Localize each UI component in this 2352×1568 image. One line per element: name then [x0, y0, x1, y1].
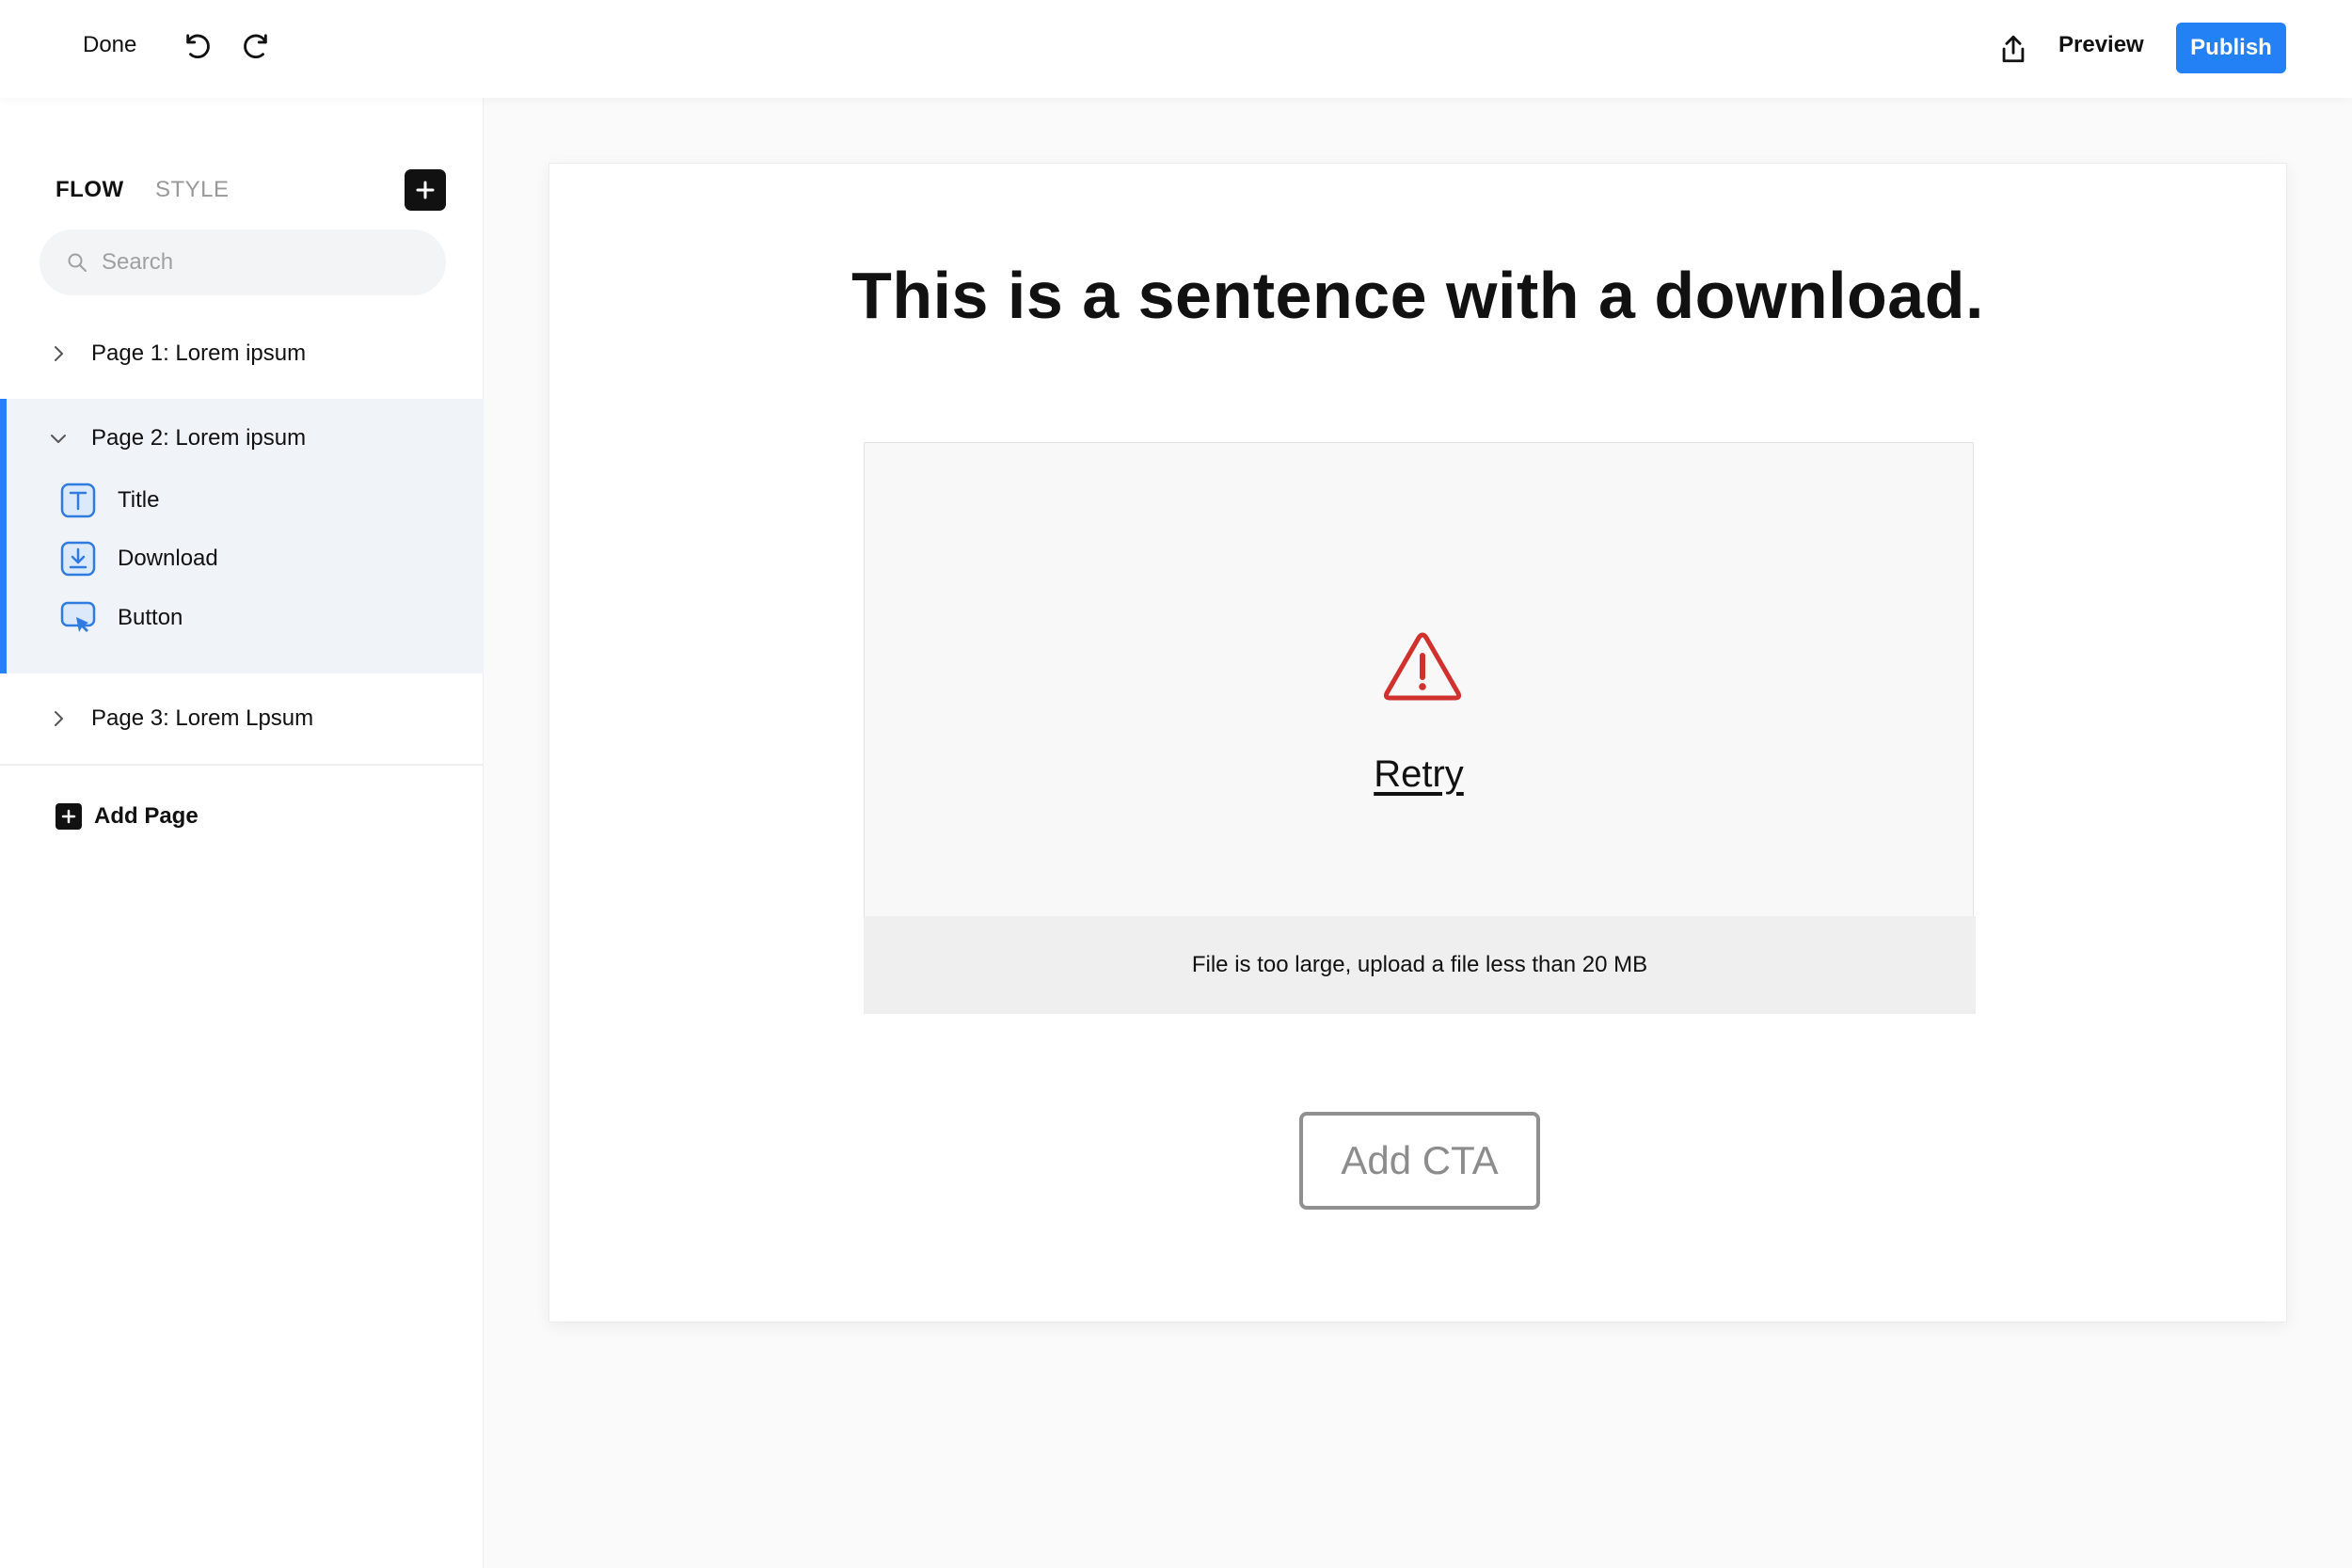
sidebar-item-page-1[interactable]: Page 1: Lorem ipsum: [0, 325, 484, 382]
add-page-button[interactable]: Add Page: [0, 788, 484, 845]
undo-icon: [186, 34, 210, 59]
add-element-button[interactable]: [405, 169, 446, 211]
plus-icon: [56, 803, 82, 830]
button-cursor-icon: [60, 600, 96, 636]
retry-link[interactable]: Retry: [865, 753, 1973, 796]
tab-style[interactable]: STYLE: [155, 177, 230, 203]
sidebar-item-label: Page 1: Lorem ipsum: [91, 341, 307, 366]
text-icon: [60, 483, 96, 518]
sidebar-item-page-2[interactable]: Page 2: Lorem ipsum: [0, 410, 484, 467]
sidebar-child-button[interactable]: Button: [0, 591, 484, 645]
search-icon: [66, 251, 88, 274]
sidebar-item-label: Page 3: Lorem Lpsum: [91, 705, 314, 731]
warning-icon: [1382, 631, 1463, 703]
sidebar-item-label: Page 2: Lorem ipsum: [91, 425, 307, 451]
sidebar-child-label: Button: [118, 605, 183, 630]
sidebar-child-title[interactable]: Title: [0, 473, 484, 528]
tab-flow[interactable]: FLOW: [56, 177, 124, 203]
share-icon: [2002, 35, 2025, 63]
share-button[interactable]: [1993, 28, 2034, 70]
top-bar: Done Preview Publish: [0, 0, 2352, 98]
add-page-label: Add Page: [94, 803, 199, 829]
upload-error-message: File is too large, upload a file less th…: [864, 916, 1976, 1014]
sidebar-child-label: Download: [118, 546, 218, 571]
add-cta-button[interactable]: Add CTA: [1299, 1112, 1540, 1210]
download-icon: [60, 541, 96, 577]
sidebar-child-label: Title: [118, 487, 160, 513]
done-button[interactable]: Done: [83, 32, 136, 58]
chevron-right-icon[interactable]: [47, 707, 70, 730]
undo-button[interactable]: [178, 28, 219, 70]
search-box: [40, 230, 446, 295]
sidebar-child-download[interactable]: Download: [0, 531, 484, 586]
download-block[interactable]: Retry File is too large, upload a file l…: [864, 442, 1976, 1014]
preview-button[interactable]: Preview: [2058, 32, 2144, 58]
sidebar-item-page-3[interactable]: Page 3: Lorem Lpsum: [0, 690, 484, 747]
publish-button[interactable]: Publish: [2176, 23, 2286, 73]
redo-button[interactable]: [234, 28, 276, 70]
search-input[interactable]: [102, 249, 421, 276]
sidebar-group-page-2: Page 2: Lorem ipsum Title Download Butto…: [0, 399, 484, 673]
page-canvas: This is a sentence with a download. Retr…: [548, 163, 2287, 1323]
chevron-right-icon[interactable]: [47, 342, 70, 365]
plus-icon: [416, 181, 435, 199]
sidebar: FLOW STYLE Page 1: Lorem ipsum Page 2: L…: [0, 98, 484, 1568]
redo-icon: [244, 34, 267, 59]
chevron-down-icon[interactable]: [47, 427, 70, 450]
divider: [0, 764, 484, 766]
page-headline[interactable]: This is a sentence with a download.: [549, 258, 2286, 333]
